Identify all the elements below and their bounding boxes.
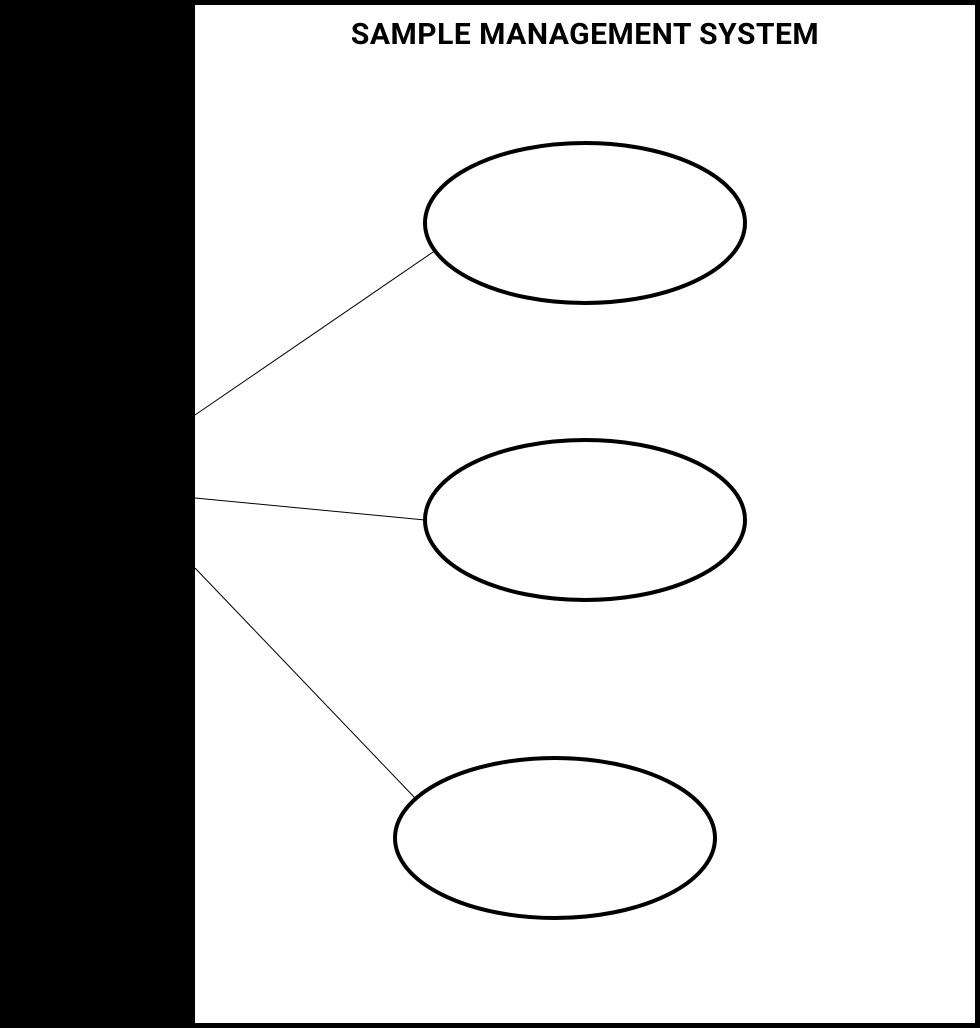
use-case-diagram: SAMPLE MANAGEMENT SYSTEM [0,0,980,1028]
system-boundary: SAMPLE MANAGEMENT SYSTEM [190,0,980,1028]
system-title: SAMPLE MANAGEMENT SYSTEM [351,17,819,52]
actor-panel [0,0,195,1028]
